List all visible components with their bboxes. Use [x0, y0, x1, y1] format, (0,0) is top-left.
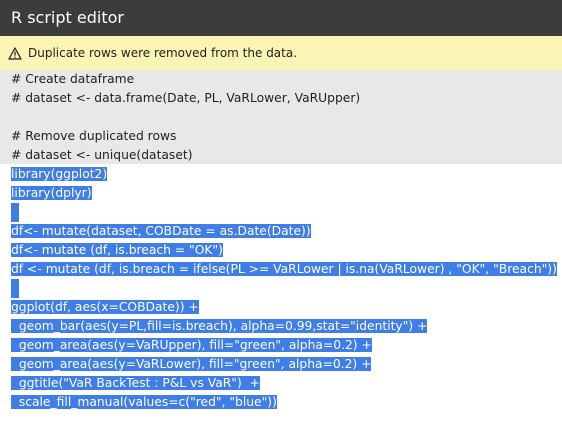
code-line-text: df <- mutate (df, is.breach = ifelse(PL …	[11, 262, 557, 276]
code-line-text: df<- mutate (df, is.breach = "OK")	[11, 243, 223, 257]
code-line-text: ggplot(df, aes(x=COBDate)) +	[11, 300, 199, 314]
code-line[interactable]: df <- mutate (df, is.breach = ifelse(PL …	[0, 260, 562, 279]
warning-triangle-icon	[8, 46, 22, 60]
r-script-code-editor[interactable]: # Create dataframe # dataset <- data.fram…	[0, 70, 562, 429]
code-line[interactable]: library(ggplot2)	[0, 165, 562, 184]
window-title: R script editor	[11, 8, 124, 27]
code-line[interactable]: ggplot(df, aes(x=COBDate)) +	[0, 298, 562, 317]
code-line-text: # Remove duplicated rows	[11, 129, 177, 143]
code-line-text	[11, 279, 19, 298]
code-line-text: # dataset <- data.frame(Date, PL, VaRLow…	[11, 91, 361, 105]
code-line[interactable]: # Remove duplicated rows	[0, 127, 562, 146]
code-line-text: library(ggplot2)	[11, 167, 108, 181]
code-line[interactable]: ggtitle("VaR BackTest : P&L vs VaR") +	[0, 374, 562, 393]
code-line[interactable]: # dataset <- unique(dataset)	[0, 146, 562, 165]
code-line[interactable]: df<- mutate (df, is.breach = "OK")	[0, 241, 562, 260]
code-line[interactable]: # Create dataframe	[0, 70, 562, 89]
code-line[interactable]: geom_area(aes(y=VaRLower), fill="green",…	[0, 355, 562, 374]
code-line[interactable]: # dataset <- data.frame(Date, PL, VaRLow…	[0, 89, 562, 108]
code-line-text: geom_area(aes(y=VaRLower), fill="green",…	[11, 357, 372, 371]
code-line-text: # Create dataframe	[11, 72, 135, 86]
code-line[interactable]: scale_fill_manual(values=c("red", "blue"…	[0, 393, 562, 412]
editor-title-bar: R script editor	[0, 0, 562, 36]
code-line[interactable]: df<- mutate(dataset, COBDate = as.Date(D…	[0, 222, 562, 241]
code-line-text: geom_area(aes(y=VaRUpper), fill="green",…	[11, 338, 372, 352]
code-line-text: # dataset <- unique(dataset)	[11, 148, 193, 162]
code-line[interactable]: geom_bar(aes(y=PL,fill=is.breach), alpha…	[0, 317, 562, 336]
code-line[interactable]	[0, 108, 562, 127]
code-line-text: df<- mutate(dataset, COBDate = as.Date(D…	[11, 224, 311, 238]
code-line-text: scale_fill_manual(values=c("red", "blue"…	[11, 395, 277, 409]
code-lines[interactable]: # Create dataframe # dataset <- data.fram…	[0, 70, 562, 412]
duplicate-rows-warning-banner: Duplicate rows were removed from the dat…	[0, 36, 562, 70]
code-line[interactable]	[0, 203, 562, 222]
code-line-text: ggtitle("VaR BackTest : P&L vs VaR") +	[11, 376, 260, 390]
code-line[interactable]: geom_area(aes(y=VaRUpper), fill="green",…	[0, 336, 562, 355]
code-line-text	[11, 203, 19, 222]
code-line[interactable]: library(dplyr)	[0, 184, 562, 203]
code-line-text: library(dplyr)	[11, 186, 92, 200]
code-line[interactable]	[0, 279, 562, 298]
warning-text: Duplicate rows were removed from the dat…	[28, 46, 298, 60]
code-line-text: geom_bar(aes(y=PL,fill=is.breach), alpha…	[11, 319, 428, 333]
